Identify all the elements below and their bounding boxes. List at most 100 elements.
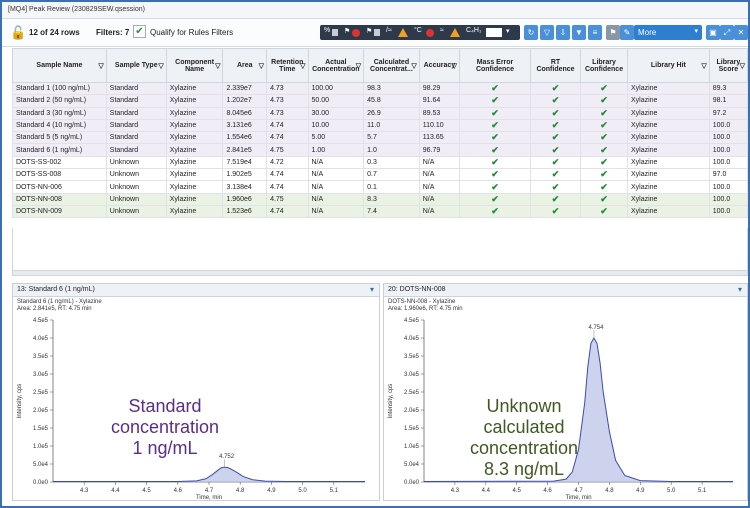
column-header[interactable]: Mass Error Confidence bbox=[459, 48, 531, 83]
warning-triangle-icon-2[interactable] bbox=[450, 28, 460, 37]
table-row[interactable]: DOTS-NN-009 Unknown Xylazine 1.523e6 4.74 N/A… bbox=[12, 204, 748, 219]
peak-review-window: [MQ4] Peak Review (230829SEW.qsession) 🔓… bbox=[0, 0, 750, 508]
unlock-icon[interactable]: 🔓 bbox=[10, 26, 26, 40]
table-cell: Xylazine bbox=[626, 81, 710, 96]
flag-icon[interactable]: ⚑ bbox=[606, 25, 620, 40]
table-cell: 100.0 bbox=[708, 155, 748, 170]
filter-icon[interactable]: ▽ bbox=[356, 62, 361, 70]
filter-count[interactable]: Filters: 7 bbox=[96, 28, 129, 37]
swatch-icon-2[interactable] bbox=[374, 29, 380, 36]
table-cell: Xylazine bbox=[626, 168, 710, 182]
table-cell: 1.0 bbox=[363, 143, 420, 157]
percent-icon[interactable]: % bbox=[324, 27, 330, 34]
table-cell: 4.72 bbox=[266, 155, 309, 170]
peak-area bbox=[53, 467, 365, 482]
y-tick-label: 4.5e5 bbox=[33, 318, 49, 324]
table-cell: 4.73 bbox=[266, 106, 309, 120]
filter-icon[interactable]: ▽ bbox=[158, 62, 163, 70]
isotope-icon[interactable]: /≈ bbox=[386, 27, 392, 34]
x-axis-label: Time, min bbox=[565, 495, 591, 500]
filter-icon[interactable]: ▽ bbox=[740, 62, 745, 70]
table-row[interactable]: DOTS-SS-002 Unknown Xylazine 7.519e4 4.72 N/A… bbox=[12, 155, 748, 170]
table-cell: 89.3 bbox=[708, 81, 748, 96]
column-header[interactable]: Library Score ▽ bbox=[708, 48, 748, 83]
rt-flag-icon[interactable]: ⚑ bbox=[344, 27, 350, 35]
red-dot-icon-2[interactable] bbox=[426, 29, 434, 37]
table-row[interactable]: DOTS-NN-006 Unknown Xylazine 3.138e4 4.74 N/A… bbox=[12, 180, 748, 194]
table-row[interactable]: Standard 4 (10 ng/mL) Standard Xylazine 3.1… bbox=[12, 118, 748, 133]
column-header[interactable]: Actual Concentration ▽ bbox=[307, 48, 365, 83]
horizontal-scrollbar[interactable] bbox=[12, 270, 748, 276]
funnel-icon[interactable]: ▼ bbox=[572, 25, 586, 40]
column-header[interactable]: Sample Name ▽ bbox=[12, 48, 107, 83]
table-cell: DOTS-NN-009 bbox=[12, 204, 107, 219]
table-cell: N/A bbox=[418, 204, 461, 219]
table-cell: 110.10 bbox=[418, 118, 461, 133]
table-row[interactable]: DOTS-NN-008 Unknown Xylazine 1.960e6 4.75 N/A… bbox=[12, 192, 748, 206]
table-cell: Xylazine bbox=[165, 143, 224, 157]
formula-icon[interactable]: C₄H₁ bbox=[466, 27, 481, 34]
pane-sample-select[interactable]: 20: DOTS-NN-008 ▾ bbox=[384, 284, 747, 297]
table-cell: Standard bbox=[105, 131, 167, 145]
table-row[interactable]: Standard 3 (30 ng/mL) Standard Xylazine 8.0… bbox=[12, 106, 748, 120]
edit-icon[interactable]: ✎ bbox=[620, 25, 634, 40]
check-icon: ✔ bbox=[459, 180, 531, 194]
table-row[interactable]: Standard 1 (100 ng/mL) Standard Xylazine 2.… bbox=[12, 81, 748, 96]
chevron-down-icon[interactable]: ▾ bbox=[506, 27, 510, 35]
warning-triangle-icon[interactable] bbox=[398, 28, 408, 37]
column-header[interactable]: Accuracy ▽ bbox=[418, 48, 461, 83]
filter-icon[interactable]: ▽ bbox=[259, 62, 264, 70]
pane-sample-select[interactable]: 13: Standard 6 (1 ng/mL) ▾ bbox=[13, 284, 379, 297]
swatch-icon[interactable] bbox=[332, 29, 338, 36]
column-header[interactable]: Retention Time ▽ bbox=[266, 48, 309, 83]
refresh-icon[interactable]: ↻ bbox=[524, 25, 538, 40]
table-cell: 1.202e7 bbox=[222, 94, 268, 108]
table-row[interactable]: Standard 2 (50 ng/mL) Standard Xylazine 1.2… bbox=[12, 94, 748, 108]
annotation-line: concentration bbox=[469, 438, 579, 458]
table-cell: Unknown bbox=[105, 155, 167, 170]
peak-info-area: Area: 1.960e6, RT: 4.75 min bbox=[388, 306, 463, 312]
table-cell: Xylazine bbox=[165, 192, 224, 206]
temperature-icon[interactable]: °C bbox=[414, 27, 422, 34]
column-header[interactable]: Library Confidence bbox=[580, 48, 628, 83]
table-cell: Xylazine bbox=[626, 143, 710, 157]
check-icon: ✔ bbox=[459, 94, 531, 108]
expand-icon[interactable]: ⤢ bbox=[720, 25, 734, 40]
filter-icon[interactable]: ▽ bbox=[540, 25, 554, 40]
qualify-checkbox[interactable]: ✔ bbox=[133, 25, 146, 38]
filter-icon[interactable]: ▽ bbox=[215, 62, 220, 70]
table-cell: 4.74 bbox=[266, 131, 309, 145]
check-icon: ✔ bbox=[459, 204, 531, 219]
export-icon[interactable]: ⇩ bbox=[556, 25, 570, 40]
more-dropdown[interactable]: More ▾ bbox=[634, 25, 702, 40]
column-header[interactable]: Component Name ▽ bbox=[165, 48, 224, 83]
column-header[interactable]: Area ▽ bbox=[222, 48, 268, 83]
signal-icon[interactable]: ≈ bbox=[440, 27, 444, 34]
filter-icon[interactable]: ▽ bbox=[98, 62, 103, 70]
red-dot-icon[interactable] bbox=[352, 29, 360, 37]
close-icon[interactable]: ✕ bbox=[734, 25, 748, 40]
filter-icon[interactable]: ▽ bbox=[701, 62, 706, 70]
formula-input[interactable] bbox=[486, 28, 502, 37]
filter-icon[interactable]: ▽ bbox=[300, 62, 305, 70]
table-cell: Standard bbox=[105, 81, 167, 96]
filter-icon[interactable]: ▽ bbox=[452, 62, 457, 70]
layout-icon[interactable]: ▣ bbox=[706, 25, 720, 40]
mass-flag-icon[interactable]: ⚑ bbox=[366, 27, 372, 35]
table-cell: 100.0 bbox=[708, 143, 748, 157]
check-icon: ✔ bbox=[459, 81, 531, 96]
column-header[interactable]: Calculated Concentrat... ▽ bbox=[363, 48, 420, 83]
y-tick-label: 3.5e5 bbox=[404, 354, 420, 360]
table-row[interactable]: DOTS-SS-008 Unknown Xylazine 1.902e5 4.74 N/A… bbox=[12, 168, 748, 182]
table-cell: 2.841e5 bbox=[222, 143, 268, 157]
y-tick-label: 4.0e5 bbox=[404, 336, 420, 342]
table-cell: 4.73 bbox=[266, 81, 309, 96]
column-header[interactable]: Sample Type ▽ bbox=[105, 48, 167, 83]
column-header[interactable]: RT Confidence bbox=[529, 48, 582, 83]
filter-icon[interactable]: ▽ bbox=[411, 62, 416, 70]
table-row[interactable]: Standard 5 (5 ng/mL) Standard Xylazine 1.55… bbox=[12, 131, 748, 145]
column-header[interactable]: Library Hit ▽ bbox=[626, 48, 710, 83]
check-icon: ✔ bbox=[529, 168, 582, 182]
table-icon[interactable]: ≡ bbox=[588, 25, 602, 40]
table-row[interactable]: Standard 6 (1 ng/mL) Standard Xylazine 2.84… bbox=[12, 143, 748, 157]
